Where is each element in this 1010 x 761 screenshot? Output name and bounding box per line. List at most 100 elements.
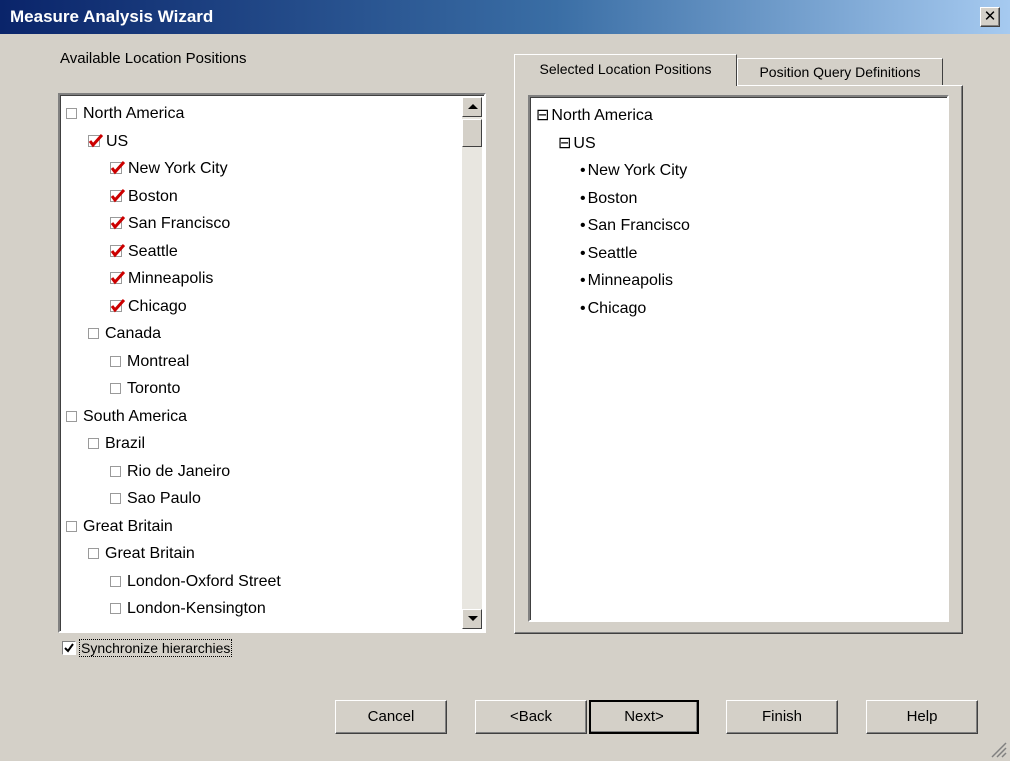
checkbox[interactable] <box>88 438 99 449</box>
tree-item[interactable]: Boston <box>110 184 178 210</box>
tree-item-label: New York City <box>587 162 688 179</box>
next-button[interactable]: Next> <box>589 700 699 734</box>
checkbox[interactable] <box>66 108 77 119</box>
window-title: Measure Analysis Wizard <box>10 7 214 26</box>
synchronize-checkbox[interactable] <box>62 641 76 655</box>
tree-item[interactable]: London-Kensington <box>110 596 266 622</box>
selected-tree-item[interactable]: ⊟ US <box>558 131 596 157</box>
checkbox[interactable] <box>110 603 121 614</box>
checkbox[interactable] <box>110 465 121 477</box>
red-check-icon[interactable] <box>110 243 126 258</box>
tab-label: Position Query Definitions <box>759 64 921 80</box>
tab-selected-location-positions[interactable]: Selected Location Positions <box>514 54 737 86</box>
tree-item-label: Seattle <box>128 242 178 260</box>
tree-item[interactable]: US <box>88 129 128 155</box>
tree-item-label: New York City <box>128 160 228 177</box>
tree-item[interactable]: New York City <box>110 156 228 182</box>
finish-button-label: Finish <box>761 708 802 725</box>
tree-item-label: Canada <box>105 325 162 342</box>
tree-item-label: London-Oxford Street <box>127 572 281 590</box>
tree-item[interactable]: North America <box>66 101 184 127</box>
tree-item-label: San Francisco <box>128 215 231 232</box>
tree-item[interactable]: Brazil <box>88 431 145 457</box>
tab-panel: ⊟ North America ⊟ US • New York City • Boston • S… <box>514 85 963 634</box>
selected-tree-item[interactable]: • Chicago <box>580 296 646 322</box>
checkbox[interactable] <box>110 383 121 394</box>
back-button[interactable]: <Back <box>475 700 587 734</box>
tab-position-query-definitions[interactable]: Position Query Definitions <box>737 58 943 86</box>
synchronize-label[interactable]: Synchronize hierarchies <box>78 639 233 657</box>
checkbox[interactable] <box>110 493 121 504</box>
checkbox[interactable] <box>110 575 121 587</box>
wizard-window: Measure Analysis Wizard ✕ Available Loca… <box>0 0 1010 761</box>
tree-item-label: South America <box>83 407 188 425</box>
red-check-icon[interactable] <box>110 161 126 175</box>
tree-item-label: North America <box>83 105 185 122</box>
selected-tree-item[interactable]: • New York City <box>580 158 687 184</box>
selected-tree-item[interactable]: • Boston <box>580 186 637 212</box>
checkbox[interactable] <box>88 548 99 559</box>
tree-item-label: Seattle <box>587 244 638 262</box>
selected-tree-item[interactable]: • Seattle <box>580 241 637 267</box>
tree-item[interactable]: Minneapolis <box>110 266 213 292</box>
cancel-button-label: Cancel <box>367 708 415 725</box>
checkbox[interactable] <box>66 520 77 532</box>
collapse-icon[interactable]: ⊟ <box>558 135 571 152</box>
red-check-icon[interactable] <box>110 298 126 313</box>
tree-item[interactable]: Chicago <box>110 294 187 320</box>
selected-tree-item[interactable]: • Minneapolis <box>580 268 673 294</box>
tree-item-label: Continental Europe <box>83 628 220 630</box>
help-button[interactable]: Help <box>866 700 978 734</box>
tree-item[interactable]: Great Britain <box>66 514 173 540</box>
cancel-button[interactable]: Cancel <box>335 700 447 734</box>
checkbox[interactable] <box>66 410 77 422</box>
tree-item-label: Chicago <box>128 297 187 315</box>
tree-item-label: San Francisco <box>587 217 690 234</box>
selected-tree[interactable]: ⊟ North America ⊟ US • New York City • Boston • S… <box>528 95 949 622</box>
tree-item-label: Rio de Janeiro <box>127 462 231 480</box>
scroll-up-button[interactable] <box>462 97 482 117</box>
tree-item[interactable]: Toronto <box>110 376 180 402</box>
vertical-scrollbar[interactable] <box>462 97 482 629</box>
red-check-icon[interactable] <box>110 216 126 230</box>
close-button[interactable]: ✕ <box>980 7 1000 27</box>
red-check-icon[interactable] <box>110 271 126 285</box>
scroll-thumb[interactable] <box>462 119 482 147</box>
tree-item-label: Minneapolis <box>128 270 214 287</box>
title-bar[interactable]: Measure Analysis Wizard ✕ <box>0 0 1010 34</box>
red-check-icon[interactable] <box>88 133 104 148</box>
selected-tree-item[interactable]: ⊟ North America <box>536 103 653 129</box>
checkbox[interactable] <box>88 328 99 339</box>
tree-item[interactable]: London-Oxford Street <box>110 569 281 595</box>
scroll-down-button[interactable] <box>462 609 482 629</box>
tree-item[interactable]: Sao Paulo <box>110 486 201 512</box>
red-check-icon[interactable] <box>110 188 126 203</box>
tree-item[interactable]: Continental Europe <box>66 624 220 630</box>
tree-item[interactable]: Seattle <box>110 239 178 265</box>
tree-item-label: London-Kensington <box>127 600 266 617</box>
available-positions-label: Available Location Positions <box>60 50 247 67</box>
tree-item-label: Montreal <box>127 352 190 370</box>
bullet-icon: • <box>580 244 586 262</box>
tree-item[interactable]: Canada <box>88 321 161 347</box>
tree-item-label: Great Britain <box>83 517 173 535</box>
tree-item-label: US <box>106 132 129 150</box>
tree-item[interactable]: Montreal <box>110 349 189 375</box>
tree-item-label: US <box>573 134 596 152</box>
tab-label: Selected Location Positions <box>539 61 712 77</box>
arrow-up-icon <box>468 104 478 109</box>
tree-item-label: Brazil <box>105 435 146 452</box>
tree-item[interactable]: Rio de Janeiro <box>110 459 230 485</box>
tree-item[interactable]: San Francisco <box>110 211 230 237</box>
arrow-down-icon <box>468 616 478 621</box>
checkbox[interactable] <box>110 355 121 367</box>
finish-button[interactable]: Finish <box>726 700 838 734</box>
tree-item[interactable]: South America <box>66 404 187 430</box>
available-tree[interactable]: North America US New York City Boston San Fr… <box>58 93 486 633</box>
bullet-icon: • <box>580 272 586 289</box>
tree-item[interactable]: Great Britain <box>88 541 195 567</box>
tree-item-label: Sao Paulo <box>127 490 201 507</box>
collapse-icon[interactable]: ⊟ <box>536 107 549 124</box>
selected-tree-item[interactable]: • San Francisco <box>580 213 690 239</box>
resize-grip-icon[interactable] <box>989 740 1007 758</box>
